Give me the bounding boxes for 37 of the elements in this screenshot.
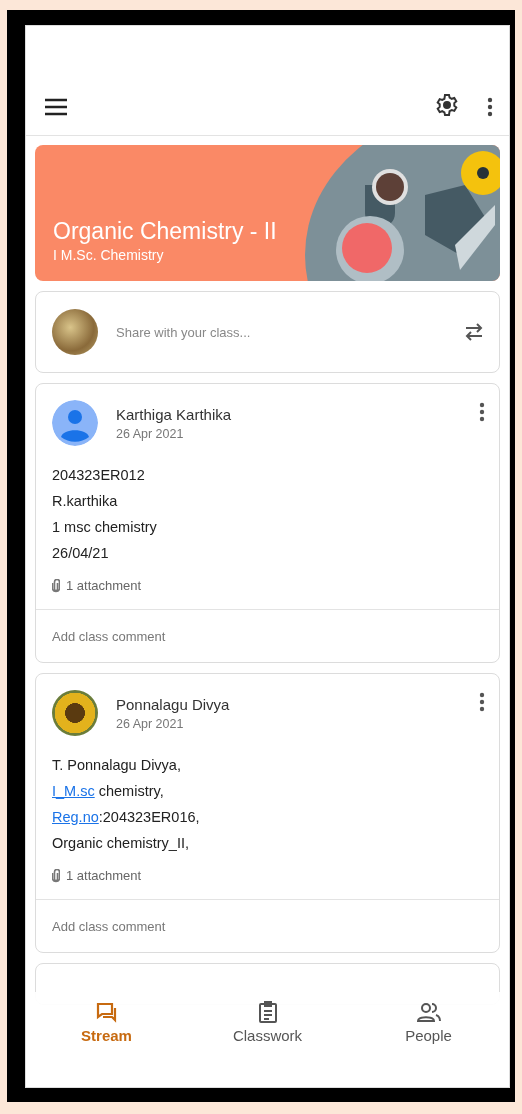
add-comment-field[interactable]: Add class comment — [36, 609, 499, 662]
avatar-photo-placeholder — [52, 690, 98, 736]
attachment-count[interactable]: 1 attachment — [66, 868, 142, 883]
post-text-line: Organic chemistry_II, — [52, 834, 190, 853]
more-options-icon[interactable] — [479, 692, 485, 712]
nav-tab[interactable]: Classwork — [187, 1000, 348, 1048]
class-title: Organic Chemistry - II — [53, 218, 278, 245]
settings-icon[interactable] — [435, 93, 459, 117]
post-text-line: 26/04/21 — [52, 544, 110, 563]
nav-tab[interactable]: People — [348, 1000, 509, 1048]
post-text-line: T. Ponnalagu Divya, — [52, 756, 182, 775]
post-link[interactable]: Reg.no — [52, 809, 99, 825]
post-link[interactable]: I_M.sc — [52, 783, 95, 799]
attachment-count[interactable]: 1 attachment — [66, 578, 142, 593]
more-options-icon[interactable] — [487, 97, 493, 117]
menu-icon[interactable] — [44, 97, 68, 117]
author-name: Karthiga Karthika — [116, 405, 233, 423]
repost-icon[interactable] — [463, 321, 485, 343]
post-text-line: 1 msc chemistry — [52, 518, 158, 537]
avatar-photo-placeholder — [52, 309, 98, 355]
post-date: 26 Apr 2021 — [116, 716, 185, 731]
post-text-line: R.karthika — [52, 492, 119, 511]
paperclip-icon — [52, 578, 60, 593]
people-icon — [415, 1000, 442, 1024]
post-text-line: 204323ER012 — [52, 466, 146, 485]
author-name: Ponnalagu Divya — [116, 695, 231, 713]
add-comment-field[interactable]: Add class comment — [36, 899, 499, 952]
stream-icon — [94, 1000, 119, 1024]
share-field[interactable]: Share with your class... — [116, 324, 445, 340]
post-text-line: I_M.sc chemistry, — [52, 782, 165, 801]
post-date: 26 Apr 2021 — [116, 426, 185, 441]
post-text-line: Reg.no:204323ER016, — [52, 808, 201, 827]
class-section: I M.Sc. Chemistry — [53, 247, 500, 263]
avatar-icon — [52, 400, 98, 446]
nav-tab[interactable]: Stream — [26, 1000, 187, 1048]
paperclip-icon — [52, 868, 60, 883]
more-options-icon[interactable] — [479, 402, 485, 422]
